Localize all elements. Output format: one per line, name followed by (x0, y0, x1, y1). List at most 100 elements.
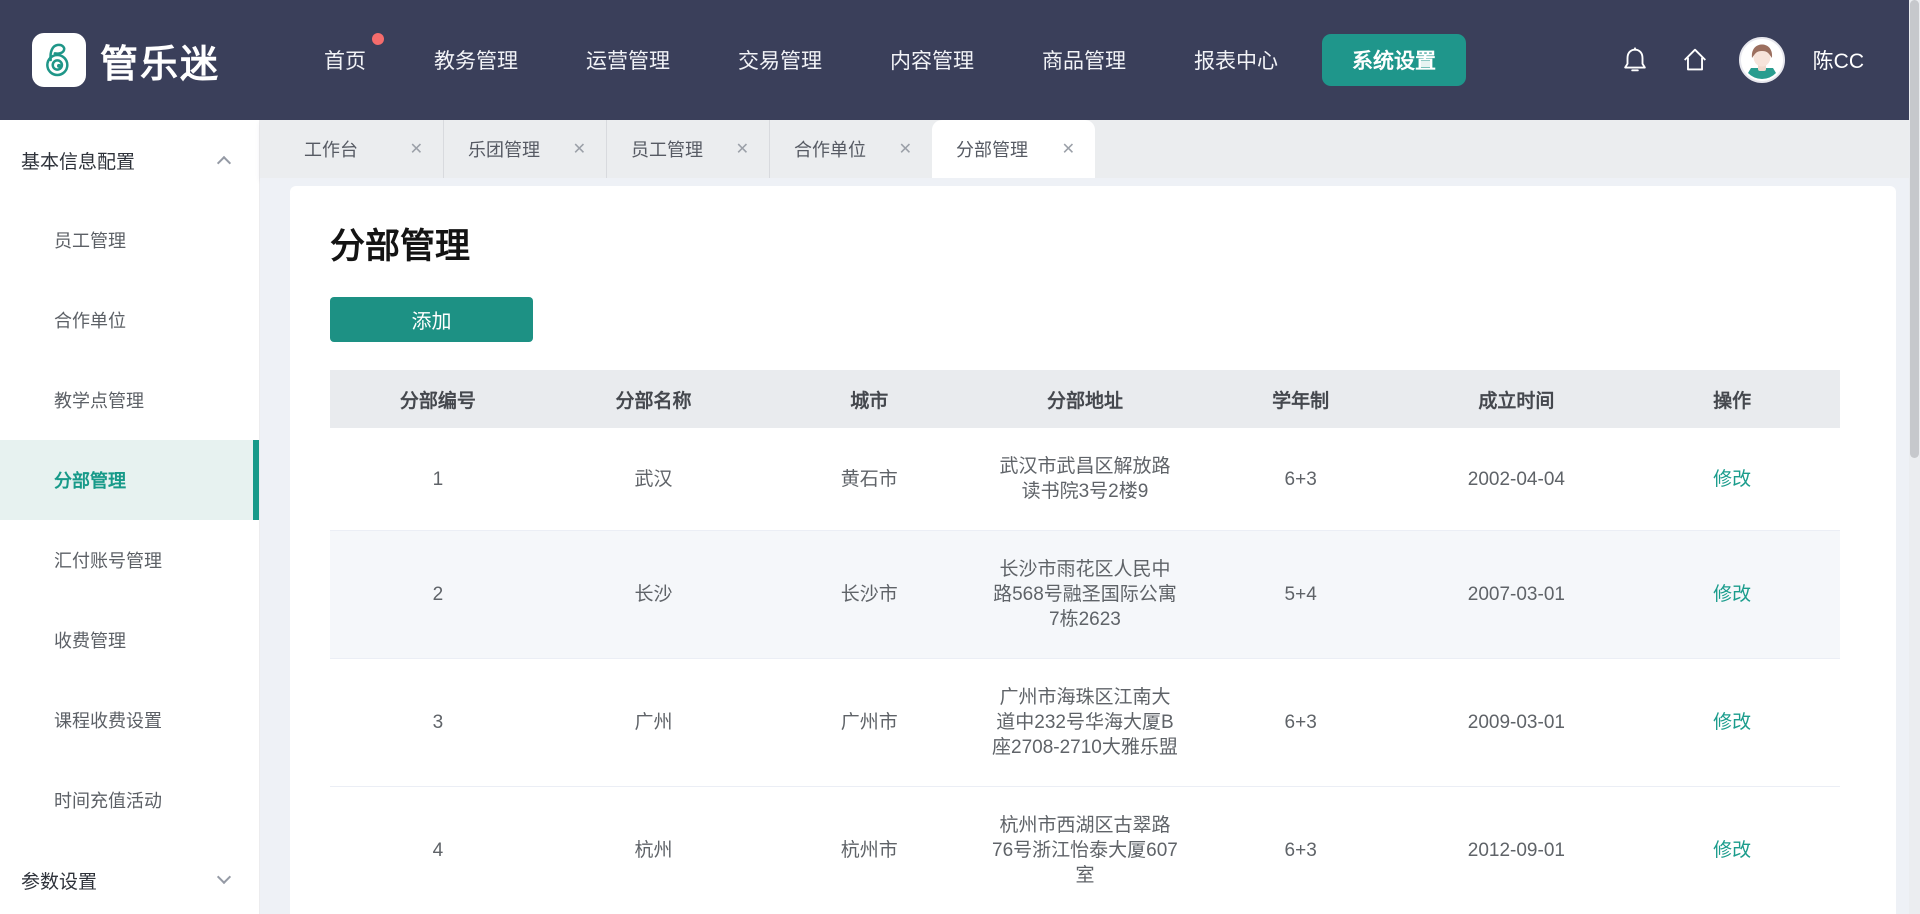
table-header-cell: 成立时间 (1409, 386, 1625, 413)
sidebar-item-label: 基本信息配置 (21, 147, 135, 174)
app-window: 管乐迷 首页 教务管理 运营管理 交易管 (0, 0, 1920, 914)
tab-label: 合作单位 (794, 136, 866, 162)
cell-founded-date: 2012-09-01 (1409, 838, 1625, 863)
cell-branch-id: 1 (330, 467, 546, 492)
sidebar-item[interactable]: 汇付账号管理 (0, 520, 259, 600)
table-row: 3 广州 广州市 广州市海珠区江南大道中232号华海大厦B座2708-2710大… (330, 658, 1840, 786)
notification-dot (372, 33, 384, 45)
nav-item[interactable]: 内容管理 (890, 45, 974, 75)
nav-item-label: 商品管理 (1042, 50, 1126, 73)
sidebar-item-label: 合作单位 (54, 307, 126, 333)
bell-icon[interactable] (1619, 44, 1651, 76)
nav-item[interactable]: 商品管理 (1042, 45, 1126, 75)
content-panel: 分部管理 添加 分部编号 分部名称 城市 分部地址 学年制 (290, 186, 1896, 914)
cell-school-years: 6+3 (1193, 710, 1409, 735)
cell-city: 杭州市 (761, 838, 977, 863)
table-header-cell: 城市 (761, 386, 977, 413)
nav-item-label: 内容管理 (890, 50, 974, 73)
page-title: 分部管理 (330, 218, 1840, 269)
nav-item[interactable]: 报表中心 (1194, 45, 1278, 75)
table-header-cell: 分部名称 (546, 386, 762, 413)
edit-link[interactable]: 修改 (1624, 710, 1840, 735)
sidebar-item[interactable]: 分部管理 (0, 440, 259, 520)
edit-link[interactable]: 修改 (1624, 467, 1840, 492)
cell-school-years: 5+4 (1193, 582, 1409, 607)
tab-label: 员工管理 (631, 136, 703, 162)
page-scrollbar-thumb[interactable] (1910, 0, 1919, 458)
add-button[interactable]: 添加 (330, 297, 533, 342)
nav-item-label: 报表中心 (1194, 50, 1278, 73)
cell-branch-id: 3 (330, 710, 546, 735)
sidebar-item-label: 课程收费设置 (54, 707, 162, 733)
tab-label: 工作台 (304, 136, 358, 162)
sidebar-item-label: 分部管理 (54, 467, 126, 493)
cell-city: 长沙市 (761, 582, 977, 607)
chevron-icon (217, 156, 231, 170)
edit-link[interactable]: 修改 (1624, 582, 1840, 607)
tab[interactable]: 分部管理 ✕ (932, 120, 1095, 178)
tab-close-icon[interactable]: ✕ (899, 139, 912, 159)
chevron-icon (217, 870, 231, 884)
cell-address: 杭州市西湖区古翠路76号浙江怡泰大厦607室 (977, 813, 1193, 888)
sidebar-item-label: 收费管理 (54, 627, 126, 653)
user-name[interactable]: 陈CC (1813, 45, 1864, 75)
nav-item-label: 运营管理 (586, 50, 670, 73)
table-header-cell: 学年制 (1193, 386, 1409, 413)
brand-logo (32, 33, 86, 87)
table-row: 2 长沙 长沙市 长沙市雨花区人民中路568号融圣国际公寓7栋2623 5+4 … (330, 530, 1840, 658)
cell-branch-name: 广州 (546, 710, 762, 735)
sidebar-item-label: 时间充值活动 (54, 787, 162, 813)
user-avatar[interactable] (1739, 37, 1785, 83)
sidebar-item[interactable]: 教学点管理 (0, 360, 259, 440)
nav-item-system-settings[interactable]: 系统设置 (1322, 34, 1466, 86)
tab-close-icon[interactable]: ✕ (736, 139, 749, 159)
table-header-cell: 操作 (1624, 386, 1840, 413)
nav-item-label: 首页 (324, 50, 366, 73)
tab-label: 分部管理 (956, 136, 1028, 162)
navbar-right: 陈CC (1619, 37, 1920, 83)
tab[interactable]: 员工管理 ✕ (606, 120, 769, 178)
tab-close-icon[interactable]: ✕ (410, 139, 423, 159)
brand[interactable]: 管乐迷 (32, 33, 220, 88)
table-row: 4 杭州 杭州市 杭州市西湖区古翠路76号浙江怡泰大厦607室 6+3 2012… (330, 786, 1840, 914)
sidebar-item[interactable]: 基本信息配置 (0, 120, 259, 200)
cell-school-years: 6+3 (1193, 467, 1409, 492)
cell-city: 黄石市 (761, 467, 977, 492)
sidebar-item[interactable]: 课程收费设置 (0, 680, 259, 760)
cell-branch-name: 长沙 (546, 582, 762, 607)
cell-school-years: 6+3 (1193, 838, 1409, 863)
sidebar-item[interactable]: 收费管理 (0, 600, 259, 680)
tab[interactable]: 乐团管理 ✕ (443, 120, 606, 178)
sidebar-item-label: 参数设置 (21, 867, 97, 894)
nav-item[interactable]: 交易管理 (738, 45, 822, 75)
sidebar-item[interactable]: 参数设置 (0, 840, 259, 914)
table-header-cell: 分部编号 (330, 386, 546, 413)
nav-item[interactable]: 教务管理 (434, 45, 518, 75)
brand-name: 管乐迷 (100, 33, 220, 88)
sidebar-item-label: 教学点管理 (54, 387, 144, 413)
sidebar-item[interactable]: 时间充值活动 (0, 760, 259, 840)
sidebar-item[interactable]: 合作单位 (0, 280, 259, 360)
cell-founded-date: 2007-03-01 (1409, 582, 1625, 607)
tab-bar: 工作台 ✕ 乐团管理 ✕ 员工管理 ✕ 合作单位 ✕ 分部管理 ✕ (260, 120, 1909, 178)
cell-founded-date: 2002-04-04 (1409, 467, 1625, 492)
sidebar-item[interactable]: 员工管理 (0, 200, 259, 280)
nav-item[interactable]: 首页 (324, 45, 366, 75)
tab[interactable]: 工作台 ✕ (280, 120, 443, 178)
tab[interactable]: 合作单位 ✕ (769, 120, 932, 178)
cell-city: 广州市 (761, 710, 977, 735)
nav-item[interactable]: 运营管理 (586, 45, 670, 75)
page-scrollbar-track[interactable] (1909, 0, 1920, 914)
home-icon[interactable] (1679, 44, 1711, 76)
table-header-row: 分部编号 分部名称 城市 分部地址 学年制 成立时间 操作 (330, 370, 1840, 428)
edit-link[interactable]: 修改 (1624, 838, 1840, 863)
sidebar: 基本信息配置 员工管理 合作单位 教学点管理 分部管理 (0, 120, 260, 914)
top-navbar: 管乐迷 首页 教务管理 运营管理 交易管 (0, 0, 1920, 120)
cell-address: 长沙市雨花区人民中路568号融圣国际公寓7栋2623 (977, 557, 1193, 632)
table-header-cell: 分部地址 (977, 386, 1193, 413)
tab-close-icon[interactable]: ✕ (1062, 139, 1075, 159)
cell-address: 武汉市武昌区解放路读书院3号2楼9 (977, 454, 1193, 504)
tab-close-icon[interactable]: ✕ (573, 139, 586, 159)
nav-menu: 首页 教务管理 运营管理 交易管理 (324, 45, 1278, 75)
table-body: 1 武汉 黄石市 武汉市武昌区解放路读书院3号2楼9 6+3 2002-04-0… (330, 428, 1840, 914)
